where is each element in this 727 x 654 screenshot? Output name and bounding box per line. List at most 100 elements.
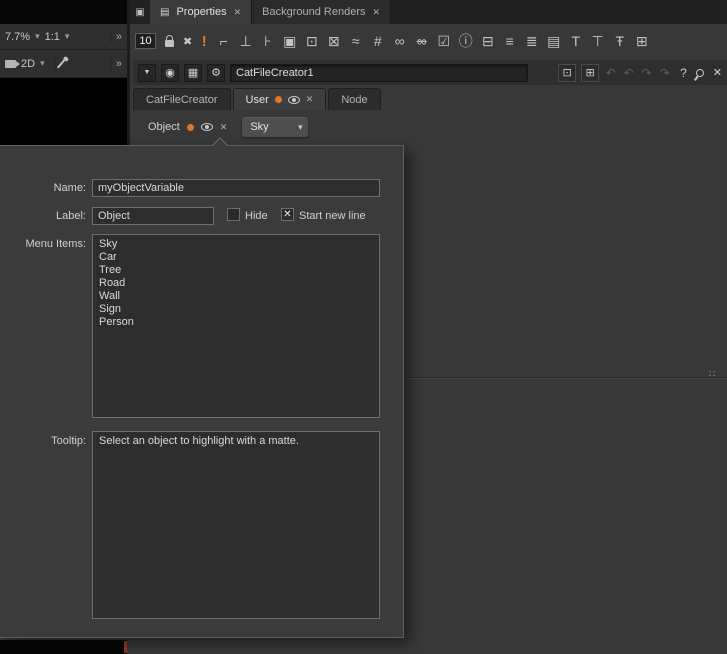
tab-label: User [246,94,269,106]
format-knob-icon[interactable]: ⊡ [304,33,319,50]
pane-splitter[interactable] [405,377,727,379]
tab-group-icon[interactable]: ⊞ [634,33,649,50]
lock-icon[interactable] [165,40,174,47]
tooltip-label: Tooltip: [0,435,86,447]
justify-left-icon[interactable]: ≡ [502,33,517,49]
viewer-zoom-value[interactable]: 7.7% [5,31,30,43]
modified-dot-icon [187,124,194,131]
chevron-down-icon[interactable]: ▾ [35,31,40,42]
properties-panel-icon: ▤ [160,7,169,18]
close-panel-icon[interactable]: ✕ [713,66,722,79]
pulldown-knob-icon[interactable]: ⊥ [238,33,253,50]
node-class-icon: ▦ [184,64,202,82]
viewer-header-strip [0,0,127,24]
start-new-line-label: Start new line [299,210,366,222]
divider-knob-icon[interactable]: ⊟ [480,33,495,50]
object-dropdown[interactable]: Sky ▾ [242,117,308,137]
curve-knob-icon[interactable]: ≈ [348,33,363,49]
divider [54,57,55,71]
triangle-down-icon: ▼ [144,69,151,76]
undo-icon[interactable]: ↶ [604,66,617,80]
axis-knob-icon[interactable]: ⊦ [260,33,275,50]
chevron-down-icon: ▾ [292,122,308,133]
view-mode-dropdown[interactable]: 2D [21,58,35,70]
justify-fill-icon[interactable]: ≣ [524,33,539,50]
int-knob-icon[interactable]: ⌐ [216,33,231,49]
object-knob-row: Object ✕ Sky ▾ [148,116,308,138]
double-chevron-icon[interactable]: » [110,31,122,43]
close-icon[interactable]: ✕ [306,94,314,105]
knob-label: Object [148,121,180,133]
node-tabbar: CatFileCreator User ✕ Node [133,88,381,110]
popup-notch-fill [213,139,227,146]
close-icon[interactable]: ✕ [234,7,242,18]
label-input[interactable] [92,207,214,225]
max-panels-count[interactable]: 10 [135,33,156,49]
expand-panel-icon[interactable]: ⊞ [581,64,599,82]
node-indicator-icon[interactable]: ◉ [161,64,179,82]
checkbox-knob-icon[interactable]: ☑ [436,33,451,50]
redo-all-icon[interactable]: ↷ [658,66,671,80]
transform-knob-icon[interactable]: ⊠ [326,33,341,50]
title-knob-icon[interactable]: Ŧ [612,33,627,49]
redo-icon[interactable]: ↷ [640,66,653,80]
float-panel-icon[interactable]: ⊡ [558,64,576,82]
eye-icon[interactable] [288,96,300,104]
tab-node[interactable]: Node [328,88,380,110]
tab-user[interactable]: User ✕ [233,88,327,110]
close-icon[interactable]: ✕ [372,7,380,18]
text-knob-icon[interactable]: T [568,33,583,49]
pane-menu-icon[interactable]: ▣ [130,0,150,24]
name-input[interactable] [92,179,380,197]
eye-icon[interactable] [201,123,213,131]
tab-background-renders[interactable]: Background Renders ✕ [252,0,391,24]
chevron-down-icon[interactable]: ▾ [40,58,45,69]
help-button[interactable]: ? [676,66,691,80]
unlink-knob-icon[interactable]: ∞ [414,33,429,49]
multiline-knob-icon[interactable]: ⊤ [590,33,605,50]
tooltip-textarea[interactable]: Select an object to highlight with a mat… [92,431,380,619]
nuke-window: 7.7% ▾ 1:1 ▾ » 2D ▾ » ▣ ▤ Properties ✕ B… [0,0,727,654]
knob-edit-panel: Name: Label: Hide Start new line Menu It… [0,145,404,638]
alert-indicator-icon: ! [199,33,209,50]
bbox-knob-icon[interactable]: ▣ [282,33,297,50]
viewer-viewport[interactable] [0,78,127,145]
info-knob-icon[interactable]: ⓘ [458,31,473,51]
menu-items-textarea[interactable]: Sky Car Tree Road Wall Sign Person [92,234,380,418]
tab-properties[interactable]: ▤ Properties ✕ [150,0,252,24]
name-label: Name: [0,182,86,194]
double-chevron-icon[interactable]: » [110,58,122,70]
dropdown-value: Sky [242,121,292,133]
wrench-icon[interactable]: ⚙ [207,64,225,82]
start-new-line-checkbox[interactable] [281,208,294,221]
playhead-marker [124,641,127,653]
hide-checkbox[interactable] [227,208,240,221]
chevron-down-icon[interactable]: ▾ [65,31,70,42]
remove-all-icon[interactable]: ✖ [183,35,192,48]
tab-label: CatFileCreator [146,94,218,106]
eyedropper-icon[interactable] [57,59,65,68]
node-name-input[interactable] [230,64,528,82]
knob-edit-toolbar: 10 ✖ ! ⌐ ⊥ ⊦ ▣ ⊡ ⊠ ≈ # ∞ ∞ ☑ ⓘ ⊟ ≡ ≣ ▤ T… [130,24,727,58]
timeline-strip [0,640,127,654]
splitter-grip-icon[interactable]: ∷ [709,369,714,380]
pane-tabbar: ▣ ▤ Properties ✕ Background Renders ✕ [130,0,727,24]
viewer-mode-row: 2D ▾ » [0,50,127,78]
properties-panel-header: ▼ ◉ ▦ ⚙ ⊡ ⊞ ↶ ↶ ↷ ↷ ? ✕ [133,60,727,85]
pin-icon[interactable] [694,67,705,78]
undo-all-icon[interactable]: ↶ [622,66,635,80]
channels-knob-icon[interactable]: # [370,33,385,49]
menu-items-label: Menu Items: [0,238,86,250]
close-icon[interactable]: ✕ [220,122,228,133]
tab-label: Node [341,94,367,106]
tab-label: Properties [176,6,226,18]
tab-catfilecreator[interactable]: CatFileCreator [133,88,231,110]
text-block-icon[interactable]: ▤ [546,33,561,50]
link-knob-icon[interactable]: ∞ [392,33,407,49]
hide-label: Hide [245,210,268,222]
viewer-proxy-value[interactable]: 1:1 [45,31,60,43]
tab-label: Background Renders [262,6,365,18]
panel-menu-button[interactable]: ▼ [138,64,156,82]
modified-dot-icon [275,96,282,103]
camera-icon [5,60,16,68]
